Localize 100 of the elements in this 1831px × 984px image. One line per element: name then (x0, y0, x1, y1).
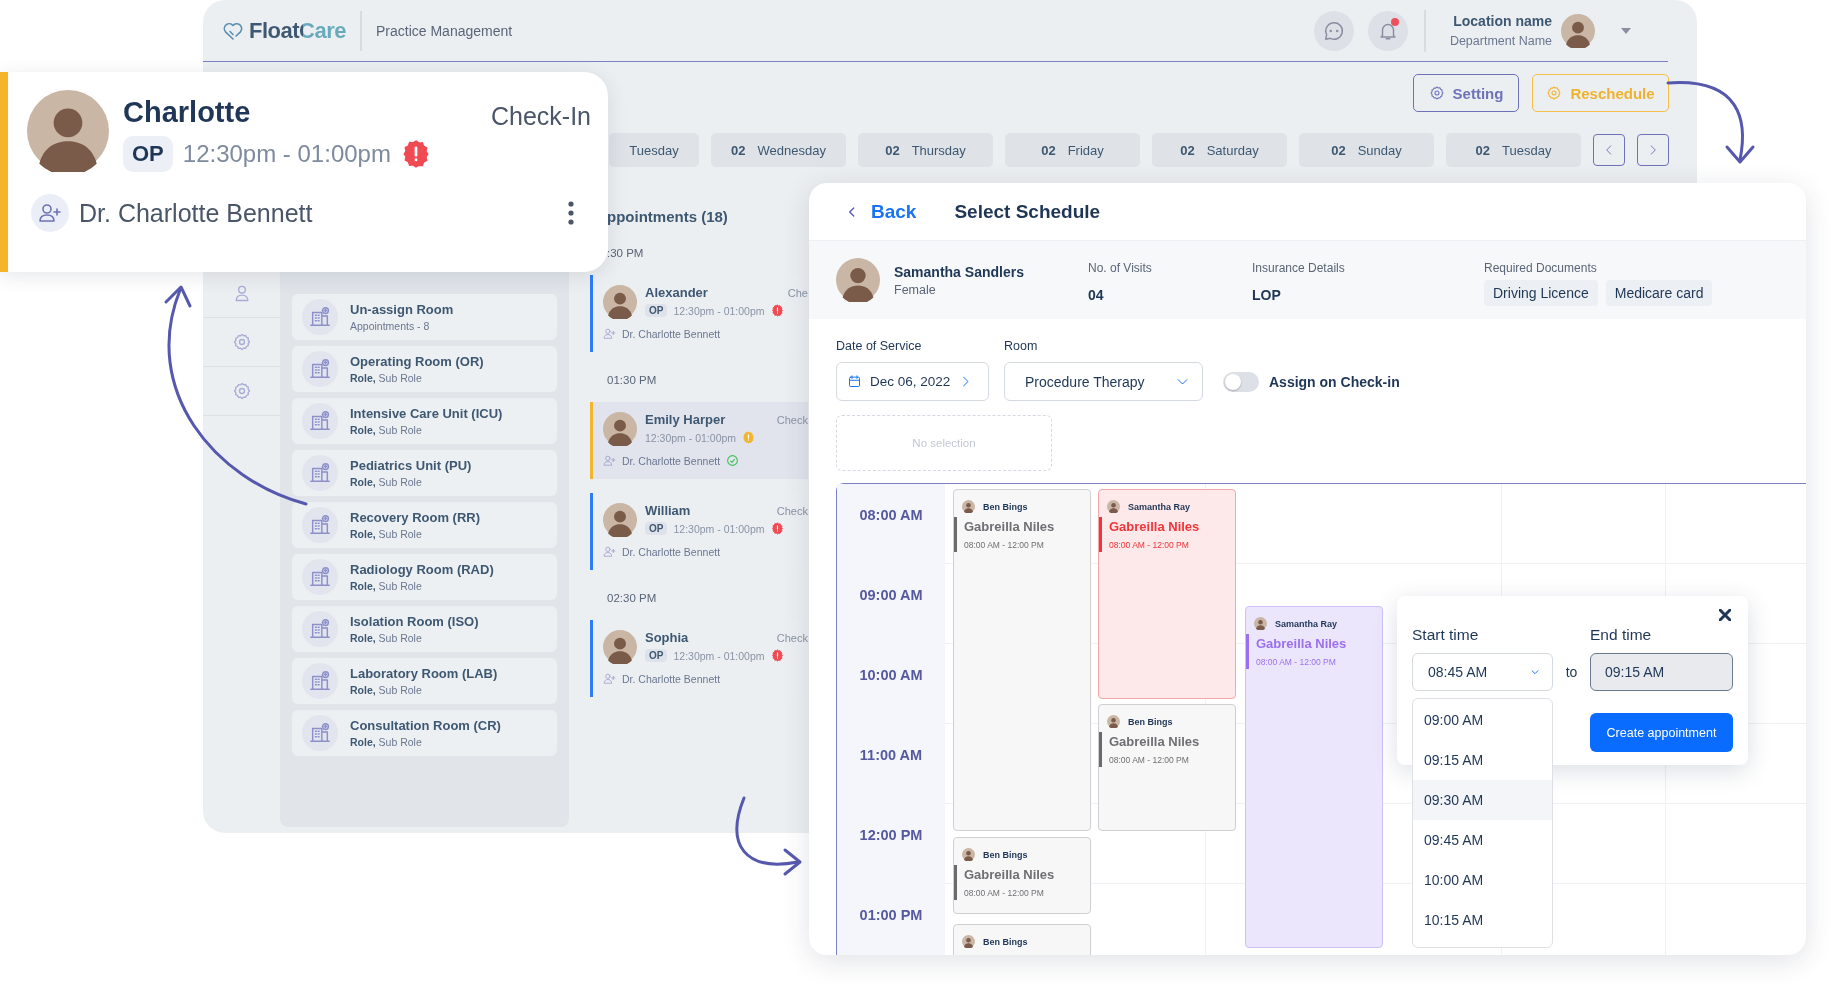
time-label: 02:30 PM (606, 591, 658, 606)
avatar (603, 630, 637, 664)
more-icon[interactable] (567, 200, 575, 226)
room-dropdown[interactable]: Procedure Therapy (1004, 362, 1203, 401)
building-icon (309, 306, 331, 328)
room-name: Operating Room (OR) (350, 354, 484, 369)
event-card[interactable]: Samantha Ray Gabreilla Niles 08:00 AM - 12:00 PM (1245, 606, 1383, 948)
status-label: Che (787, 287, 808, 299)
toggle-switch[interactable] (1223, 371, 1259, 392)
room-name: Consultation Room (CR) (350, 718, 501, 733)
room-item[interactable]: Radiology Room (RAD) Role, Sub Role (292, 554, 557, 600)
event-time: 08:00 AM - 12:00 PM (1109, 540, 1190, 550)
event-card[interactable]: Samantha Ray Gabreilla Niles 08:00 AM - 12:00 PM (1098, 489, 1236, 699)
field-label: Room (1004, 339, 1039, 353)
time-option[interactable]: 10:00 AM (1413, 860, 1552, 900)
status-label: Check-In (490, 102, 591, 131)
event-owner: Ben Bings (1128, 716, 1173, 727)
room-item[interactable]: Operating Room (OR) Role, Sub Role (292, 346, 557, 392)
app-subtitle: Practice Management (376, 22, 513, 39)
previous-button[interactable] (1593, 134, 1625, 166)
day-tab[interactable]: 02 Thursday (858, 133, 993, 167)
room-item[interactable]: Pediatrics Unit (PU) Role, Sub Role (292, 450, 557, 496)
empty-slot: No selection (836, 415, 1052, 471)
room-item[interactable]: Laboratory Room (LAB) Role, Sub Role (292, 658, 557, 704)
room-item[interactable]: Un-assign Room Appointments - 8 (292, 294, 557, 340)
room-name: Pediatrics Unit (PU) (350, 458, 472, 473)
info-label: No. of Visits (1088, 261, 1153, 275)
event-card[interactable]: Ben Bings Gabreilla Niles 08:00 AM - 12:00 PM (1098, 704, 1236, 831)
day-tab[interactable]: 02 Friday (1005, 133, 1140, 167)
room-item[interactable]: Intensive Care Unit (ICU) Role, Sub Role (292, 398, 557, 444)
room-detail: Role, Sub Role (350, 684, 423, 696)
appointment-card[interactable]: William OP 12:30pm - 01:00pm Check Dr. Charlotte Bennett (590, 493, 808, 570)
event-time: 08:00 AM - 12:00 PM (1256, 657, 1337, 667)
appointment-time: 12:30pm - 01:00pm (673, 304, 765, 317)
appointments-title: ppointments (18) (606, 208, 729, 225)
location-name: Location name (1452, 13, 1552, 29)
day-tab[interactable]: 02 Saturday (1152, 133, 1287, 167)
room-name: Intensive Care Unit (ICU) (350, 406, 503, 421)
avatar (1107, 715, 1120, 728)
event-card[interactable]: Ben Bings (953, 924, 1091, 955)
doctor-name: Dr. Charlotte Bennett (622, 672, 721, 685)
room-detail: Role, Sub Role (350, 424, 423, 436)
time-option[interactable]: 10:15 AM (1413, 900, 1552, 940)
room-item[interactable]: Recovery Room (RR) Role, Sub Role (292, 502, 557, 548)
time-option[interactable]: 09:30 AM (1413, 780, 1552, 820)
create-appointment-button[interactable]: Create appointment (1590, 713, 1733, 752)
time-option[interactable]: 09:00 AM (1413, 700, 1552, 740)
date-field[interactable]: Dec 06, 2022 (836, 362, 989, 401)
event-owner: Samantha Ray (1128, 501, 1191, 512)
appointment-card[interactable]: Sophia OP 12:30pm - 01:00pm Check Dr. Charlotte Bennett (590, 620, 808, 697)
appointment-time: 12:30pm - 01:00pm (182, 140, 391, 168)
start-time-dropdown[interactable]: 08:45 AM (1412, 653, 1553, 691)
avatar (1561, 13, 1595, 48)
appointment-time: 12:30pm - 01:00pm (673, 522, 765, 535)
appointment-card[interactable]: Emily Harper 12:30pm - 01:00pm Check Dr. Charlotte Bennett (590, 402, 808, 479)
close-icon[interactable] (1719, 609, 1731, 621)
event-owner: Samantha Ray (1275, 618, 1338, 629)
action-button[interactable]: Setting (1413, 74, 1519, 112)
event-card[interactable]: Ben Bings Gabreilla Niles 08:00 AM - 12:00 PM (953, 489, 1091, 831)
room-item[interactable]: Isolation Room (ISO) Role, Sub Role (292, 606, 557, 652)
building-icon (309, 358, 331, 380)
appointment-card[interactable]: Alexander OP 12:30pm - 01:00pm Che Dr. Charlotte Bennett (590, 275, 808, 352)
status-label: Check (776, 505, 808, 517)
event-title: Gabreilla Niles (964, 519, 1056, 534)
patient-gender: Female (894, 282, 937, 297)
doctor-name: Dr. Charlotte Bennett (622, 327, 721, 340)
patient-name: Emily Harper (645, 412, 727, 427)
time-option[interactable]: 09:15 AM (1413, 740, 1552, 780)
building-icon (309, 566, 331, 588)
time-label: :30 PM (606, 246, 645, 261)
day-tab[interactable]: Tuesday (609, 133, 699, 167)
appointment-time: 12:30pm - 01:00pm (673, 649, 765, 662)
room-item[interactable]: Consultation Room (CR) Role, Sub Role (292, 710, 557, 756)
event-owner: Ben Bings (983, 849, 1028, 860)
event-card[interactable]: Ben Bings Gabreilla Niles 08:00 AM - 12:00 PM (953, 837, 1091, 914)
avatar (1107, 500, 1120, 513)
day-tab[interactable]: 02 Wednesday (711, 133, 846, 167)
end-time-field[interactable]: 09:15 AM (1590, 653, 1733, 691)
back-button[interactable]: Back (845, 200, 917, 223)
building-icon (309, 722, 331, 744)
document-tag: Medicare card (1605, 280, 1713, 306)
day-tab[interactable]: 02 Tuesday (1446, 133, 1581, 167)
patient-name: Alexander (645, 285, 709, 300)
building-icon (309, 514, 331, 536)
status-label: Check (776, 414, 808, 426)
hour-label: 12:00 PM (859, 827, 923, 845)
info-value: LOP (1252, 287, 1282, 303)
person-add-icon (603, 327, 616, 340)
event-time: 08:00 AM - 12:00 PM (964, 540, 1045, 550)
time-option[interactable]: 09:45 AM (1413, 820, 1552, 860)
event-title: Gabreilla Niles (964, 867, 1056, 882)
gear-icon (1546, 85, 1563, 101)
department-name: Department Name (1449, 34, 1552, 48)
avatar (603, 285, 637, 319)
info-label: Required Documents (1484, 261, 1598, 275)
avatar (603, 503, 637, 537)
day-tab[interactable]: 02 Sunday (1299, 133, 1434, 167)
room-detail: Role, Sub Role (350, 476, 423, 488)
next-button[interactable] (1637, 134, 1669, 166)
doctor-name: Dr. Charlotte Bennett (79, 198, 313, 228)
